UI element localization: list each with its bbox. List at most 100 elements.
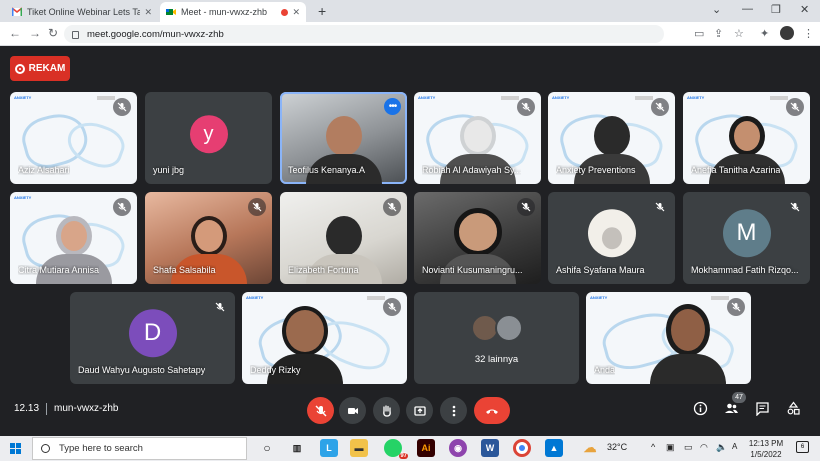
minimize-button[interactable]: —	[742, 3, 753, 15]
cortana-icon[interactable]: ○	[258, 439, 276, 457]
raise-hand-button[interactable]	[373, 397, 400, 424]
participant-name: Anda	[594, 365, 616, 375]
back-icon[interactable]: ←	[9, 26, 21, 40]
participant-name: Anxiety Preventions	[556, 165, 636, 175]
new-tab-button[interactable]: +	[318, 3, 326, 19]
participant-avatar	[587, 209, 636, 258]
participant-tile[interactable]: ANXIETY Citra Mutiara Annisa	[10, 192, 137, 284]
windows-start-icon[interactable]	[10, 443, 21, 454]
task-view-icon[interactable]: ▥	[288, 439, 306, 457]
meeting-code: mun-vwxz-zhb	[54, 403, 119, 414]
file-explorer-icon[interactable]: ▬	[350, 439, 368, 457]
participant-count-badge: 47	[732, 392, 746, 403]
present-screen-button[interactable]	[406, 397, 433, 424]
volume-icon[interactable]: 🔈	[716, 442, 727, 453]
notification-center-icon[interactable]: 6	[796, 441, 809, 453]
people-icon	[725, 403, 738, 413]
bookmark-star-icon[interactable]: ☆	[734, 27, 744, 40]
camera-toggle-button[interactable]	[339, 397, 366, 424]
tab-meet[interactable]: Meet - mun-vwxz-zhb ✕	[160, 2, 306, 22]
participant-tile[interactable]: D Daud Wahyu Augusto Sahetapy	[70, 292, 235, 384]
participant-tile[interactable]: ANXIETY Anefia Tanitha Azarina	[683, 92, 810, 184]
photos-icon[interactable]: ▲	[545, 439, 563, 457]
participant-avatar: M	[722, 209, 771, 258]
participant-name: Shafa Salsabila	[153, 265, 216, 275]
meeting-time: 12.13	[14, 403, 40, 414]
participant-tile-active[interactable]: ••• Teofilus Kenanya.A	[280, 92, 407, 184]
muted-mic-icon	[651, 98, 669, 116]
show-hidden-icons-icon[interactable]: ^	[651, 442, 655, 452]
whatsapp-icon[interactable]: 97	[384, 439, 408, 459]
url-text: meet.google.com/mun-vwxz-zhb	[87, 28, 224, 40]
record-button[interactable]: REKAM	[10, 56, 70, 81]
mic-toggle-button[interactable]	[307, 397, 334, 424]
restore-button[interactable]: ❐	[771, 3, 781, 16]
tab-search-icon[interactable]: ⌄	[712, 3, 721, 16]
self-tile[interactable]: ANXIETY Anda	[586, 292, 751, 384]
search-placeholder: Type here to search	[59, 443, 143, 454]
record-label: REKAM	[28, 63, 66, 74]
muted-mic-icon	[248, 198, 266, 216]
chat-button[interactable]	[755, 401, 770, 416]
participant-tile[interactable]: ANXIETY Robiah Al Adawiyah Sy...	[414, 92, 541, 184]
app-purple-icon[interactable]: ◉	[449, 439, 467, 457]
share-icon[interactable]: ⇪	[714, 27, 723, 40]
participant-tile[interactable]: y yuni jbg	[145, 92, 272, 184]
activities-button[interactable]	[786, 401, 801, 416]
tab-tiket-online[interactable]: Tiket Online Webinar Lets Talk A ✕	[6, 2, 158, 22]
reload-icon[interactable]: ↻	[48, 26, 58, 40]
close-tab-icon[interactable]: ✕	[292, 7, 300, 18]
browser-menu-icon[interactable]: ⋮	[803, 27, 814, 40]
illustrator-icon[interactable]: Ai	[417, 439, 435, 457]
lock-icon	[72, 31, 79, 39]
close-tab-icon[interactable]: ✕	[144, 7, 152, 18]
taskbar-clock[interactable]: 12:13 PM 1/5/2022	[746, 438, 786, 460]
muted-mic-icon	[651, 198, 669, 216]
more-options-icon[interactable]: •••	[384, 98, 401, 115]
muted-mic-icon	[786, 98, 804, 116]
participant-name: Daud Wahyu Augusto Sahetapy	[78, 365, 206, 375]
windows-taskbar: Type here to search ○ ▥ L ▬ 97 Ai ◉ W ▲ …	[0, 436, 820, 461]
participant-tile[interactable]: ANXIETY Deddy Rizky	[242, 292, 407, 384]
more-options-button[interactable]	[440, 397, 467, 424]
taskbar-search-box[interactable]: Type here to search	[32, 437, 247, 460]
address-bar: ← → ↻ meet.google.com/mun-vwxz-zhb ▭ ⇪ ☆…	[0, 22, 820, 46]
participant-tile[interactable]: ANXIETY Aziz Alsahari	[10, 92, 137, 184]
participant-tile[interactable]: Shafa Salsabila	[145, 192, 272, 284]
close-window-button[interactable]: ✕	[800, 3, 809, 16]
extensions-icon[interactable]: ✦	[760, 27, 769, 40]
tray-app-icon[interactable]: ▣	[666, 442, 675, 453]
word-icon[interactable]: W	[481, 439, 499, 457]
muted-mic-icon	[113, 198, 131, 216]
forward-icon[interactable]: →	[29, 26, 41, 40]
battery-icon[interactable]: ▭	[684, 442, 693, 453]
weather-icon[interactable]: ☁	[581, 439, 599, 457]
app-l-icon[interactable]: L	[320, 439, 338, 457]
notification-count: 6	[800, 444, 805, 450]
chrome-icon[interactable]	[513, 439, 531, 457]
participant-tile[interactable]: Novianti Kusumaningru...	[414, 192, 541, 284]
participant-tile[interactable]: ANXIETY Anxiety Preventions	[548, 92, 675, 184]
more-participants-label: 32 lainnya	[474, 354, 519, 365]
participant-tile[interactable]: Elizabeth Fortuna	[280, 192, 407, 284]
meeting-details-button[interactable]	[693, 401, 708, 416]
profile-avatar[interactable]	[780, 26, 794, 40]
muted-mic-icon	[383, 298, 401, 316]
wifi-icon[interactable]: ◠	[700, 442, 708, 453]
participant-avatar: D	[128, 309, 177, 358]
more-participants-tile[interactable]: 32 lainnya	[414, 292, 579, 384]
url-field[interactable]: meet.google.com/mun-vwxz-zhb	[64, 25, 664, 43]
participants-button[interactable]	[724, 401, 739, 416]
participant-name: Novianti Kusumaningru...	[422, 265, 523, 275]
language-icon[interactable]: A	[732, 442, 737, 451]
app-badge: 97	[399, 453, 408, 459]
participant-name: Ashifa Syafana Maura	[556, 265, 645, 275]
camera-permission-icon[interactable]: ▭	[694, 27, 704, 40]
participant-tile[interactable]: Ashifa Syafana Maura	[548, 192, 675, 284]
leave-call-button[interactable]	[474, 397, 510, 424]
muted-mic-icon	[786, 198, 804, 216]
participant-tile[interactable]: M Mokhammad Fatih Rizqo...	[683, 192, 810, 284]
info-icon	[693, 401, 708, 416]
participant-name: Deddy Rizky	[250, 365, 301, 375]
meet-icon	[166, 9, 176, 15]
